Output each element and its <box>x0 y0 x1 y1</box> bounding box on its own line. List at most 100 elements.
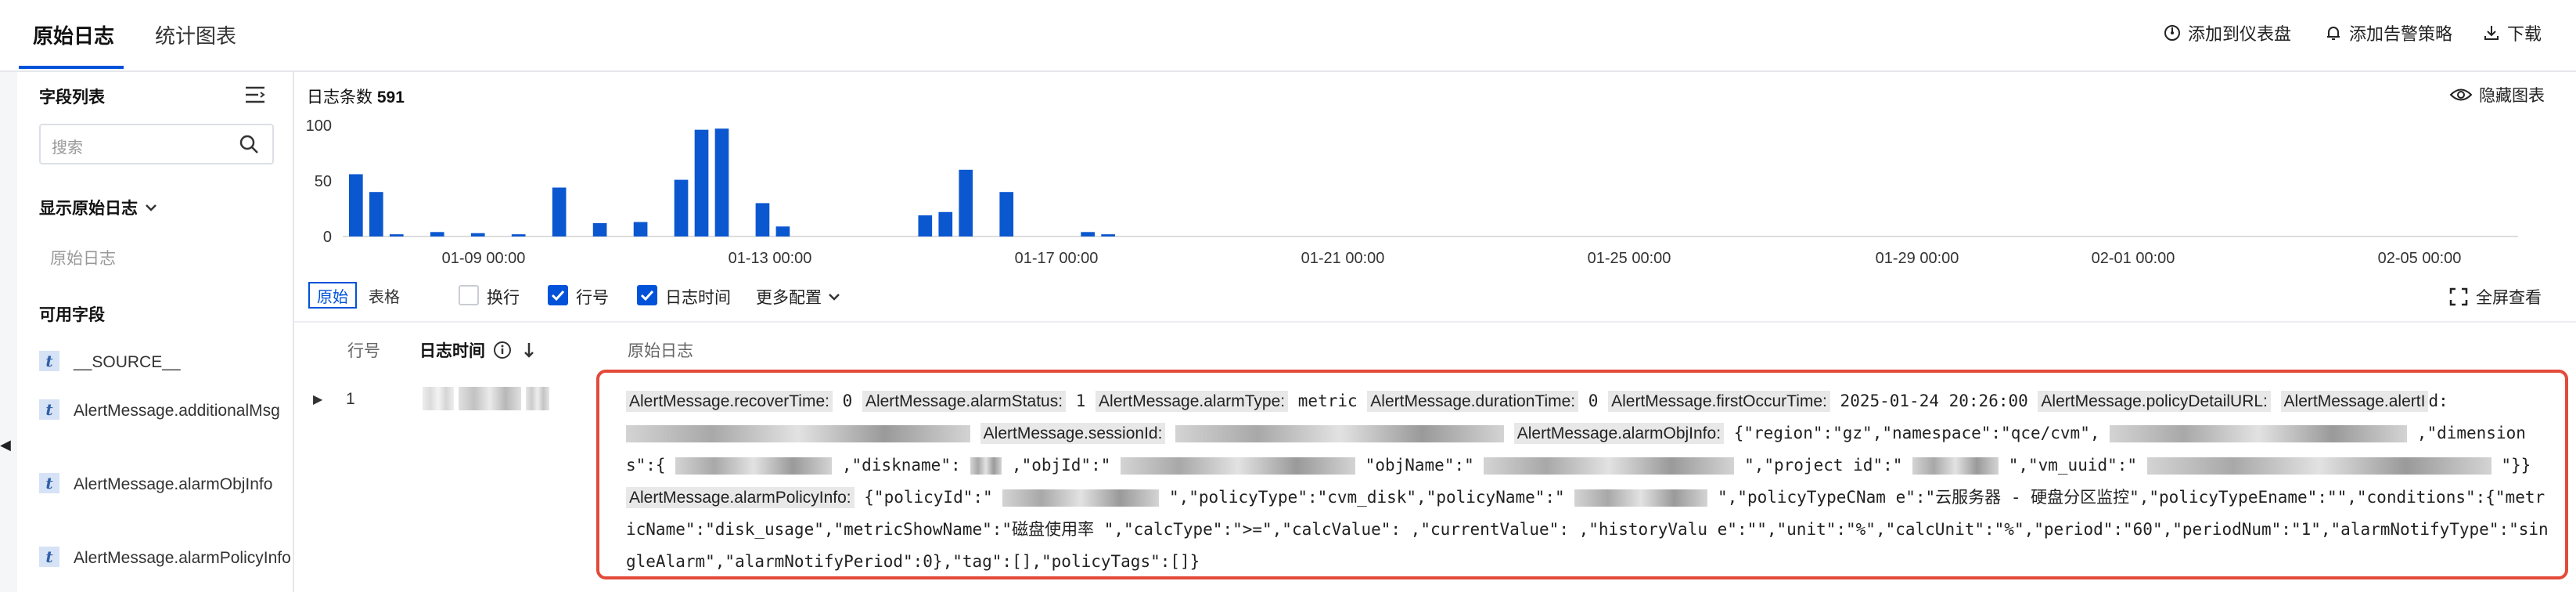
log-key: AlertMessage.alertI <box>2280 391 2429 412</box>
checkmark-icon <box>551 290 565 301</box>
eye-icon <box>2449 88 2473 101</box>
x-tick-label: 01-21 00:00 <box>1301 250 1385 267</box>
histogram-bar[interactable] <box>959 169 973 236</box>
expand-row-icon[interactable]: ▶ <box>313 392 322 407</box>
show-raw-log-toggle[interactable]: 显示原始日志 <box>39 196 158 219</box>
info-icon[interactable] <box>493 341 512 359</box>
col-header-log-time[interactable]: 日志时间 <box>419 338 537 362</box>
histogram-bar[interactable] <box>470 233 485 236</box>
text-type-icon: t <box>39 399 59 420</box>
add-to-dashboard-label: 添加到仪表盘 <box>2188 24 2292 44</box>
log-value: 0 <box>1588 392 1599 410</box>
x-tick-label: 01-25 00:00 <box>1588 250 1671 267</box>
add-to-dashboard-button[interactable]: 添加到仪表盘 <box>2163 17 2291 49</box>
redacted-value <box>2110 425 2408 442</box>
text-type-icon: t <box>39 547 59 567</box>
log-value: ","project <box>1744 456 1844 475</box>
sort-desc-icon[interactable] <box>521 341 537 359</box>
log-value: {"policyId":" <box>864 488 993 507</box>
tab-stat-chart[interactable]: 统计图表 <box>155 20 236 49</box>
line-number-label: 行号 <box>576 289 609 307</box>
field-name: __SOURCE__ <box>74 353 181 371</box>
view-table-tab[interactable]: 表格 <box>357 282 412 309</box>
collapse-arrow-icon[interactable]: ◀ <box>0 437 11 453</box>
histogram-bar[interactable] <box>938 211 953 236</box>
histogram-bar[interactable] <box>349 174 363 236</box>
list-settings-icon[interactable] <box>244 85 266 109</box>
histogram-bar[interactable] <box>694 129 709 236</box>
log-key: AlertMessage.policyDetailURL: <box>2038 391 2271 412</box>
histogram-bar[interactable] <box>1101 234 1115 236</box>
field-item[interactable]: t AlertMessage.alarmPolicyInfo <box>39 547 300 570</box>
redacted-value <box>1002 489 1160 507</box>
histogram-bar[interactable] <box>1081 232 1095 236</box>
bell-icon <box>2327 27 2340 40</box>
download-label: 下载 <box>2507 24 2542 44</box>
divider <box>294 321 2576 323</box>
histogram-svg: 100 50 0 01-09 00:00 01-13 00:00 01-17 00:00 0… <box>306 117 2518 267</box>
histogram-bar[interactable] <box>999 192 1014 236</box>
histogram-bar[interactable] <box>552 187 567 236</box>
search-icon[interactable] <box>238 133 260 159</box>
x-tick-label: 02-01 00:00 <box>2092 250 2175 267</box>
log-value: ","policyType":"cvm_disk","policyName":" <box>1168 488 1565 507</box>
histogram-bar[interactable] <box>389 234 404 236</box>
fullscreen-label: 全屏查看 <box>2476 289 2542 307</box>
tab-raw-log[interactable]: 原始日志 <box>33 20 114 49</box>
log-value: ","policyTypeCNam <box>1718 488 1886 507</box>
histogram-bar[interactable] <box>918 215 933 236</box>
hide-chart-button[interactable]: 隐藏图表 <box>2449 83 2545 106</box>
histogram-bar[interactable] <box>633 222 648 236</box>
histogram-bar[interactable] <box>775 226 790 236</box>
more-config-dropdown[interactable]: 更多配置 <box>756 285 840 309</box>
field-name: AlertMessage.alarmObjInfo <box>74 475 273 493</box>
field-name: AlertMessage.additionalMsg <box>74 402 280 420</box>
histogram-bar[interactable] <box>714 128 729 236</box>
log-key: AlertMessage.sessionId: <box>980 423 1166 444</box>
log-value: "objName":" <box>1365 456 1474 475</box>
col-header-log-time-label: 日志时间 <box>419 342 485 360</box>
y-tick-label: 0 <box>323 229 332 246</box>
log-time-label: 日志时间 <box>665 289 731 307</box>
histogram-bar[interactable] <box>592 222 607 236</box>
histogram-bar[interactable] <box>674 179 689 236</box>
log-value: 1 <box>1075 392 1086 410</box>
view-raw-tab[interactable]: 原始 <box>308 282 357 309</box>
x-tick-label: 01-17 00:00 <box>1015 250 1099 267</box>
hide-chart-label: 隐藏图表 <box>2479 87 2545 105</box>
histogram-bar[interactable] <box>430 232 444 236</box>
log-value: 0 <box>842 392 853 410</box>
log-value: "}} <box>2501 456 2531 475</box>
line-number-checkbox[interactable] <box>548 285 568 305</box>
collapse-strip[interactable] <box>0 72 18 592</box>
field-search-placeholder: 搜索 <box>52 139 83 157</box>
log-key: AlertMessage.alarmPolicyInfo: <box>626 487 854 508</box>
log-key: AlertMessage.recoverTime: <box>626 391 833 412</box>
raw-log-content[interactable]: AlertMessage.recoverTime: 0 AlertMessage… <box>626 385 2551 578</box>
download-icon <box>2484 26 2499 40</box>
log-count-histogram: 100 50 0 01-09 00:00 01-13 00:00 01-17 00:00 0… <box>297 117 2567 274</box>
histogram-bar[interactable] <box>369 192 383 236</box>
y-tick-label: 100 <box>306 117 332 135</box>
fullscreen-button[interactable]: 全屏查看 <box>2449 285 2542 309</box>
log-time-checkbox[interactable] <box>637 285 657 305</box>
field-item[interactable]: t AlertMessage.alarmObjInfo <box>39 473 300 496</box>
field-name: AlertMessage.alarmPolicyInfo <box>74 549 291 567</box>
col-header-raw-log: 原始日志 <box>628 342 693 360</box>
field-item[interactable]: t __SOURCE__ <box>39 351 300 374</box>
histogram-bar[interactable] <box>511 234 526 236</box>
x-tick-label: 01-09 00:00 <box>442 250 526 267</box>
raw-log-field-item[interactable]: 原始日志 <box>50 246 116 269</box>
redacted-value <box>1484 457 1735 475</box>
field-item[interactable]: t AlertMessage.additionalMsg <box>39 399 300 423</box>
text-type-icon: t <box>39 473 59 493</box>
log-key: AlertMessage.firstOccurTime: <box>1608 391 1830 412</box>
wrap-checkbox[interactable] <box>459 285 479 305</box>
log-value: ,"diskname": <box>841 456 961 475</box>
download-button[interactable]: 下载 <box>2482 17 2542 49</box>
more-config-label: 更多配置 <box>756 289 822 307</box>
histogram-bar[interactable] <box>755 203 770 236</box>
log-value: 2025-01-24 20:26:00 <box>1840 392 2028 410</box>
add-alarm-policy-button[interactable]: 添加告警策略 <box>2324 17 2452 49</box>
redacted-value <box>1574 489 1708 507</box>
